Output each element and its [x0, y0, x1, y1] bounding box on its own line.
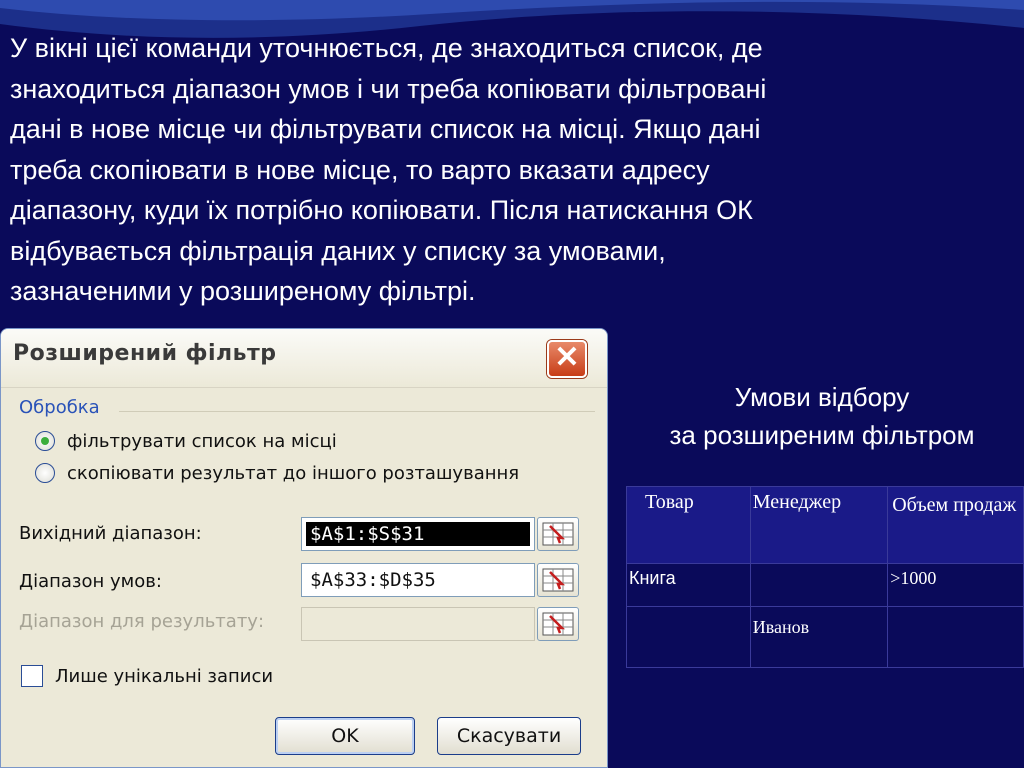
source-range-collapse-button[interactable] — [537, 517, 579, 551]
range-select-icon — [542, 568, 574, 592]
criteria-caption: Умови відбору за розширеним фільтром — [669, 382, 975, 450]
cancel-button[interactable]: Скасувати — [437, 717, 581, 755]
source-range-label: Вихідний діапазон: — [19, 523, 202, 544]
slide: У вікні цієї команди уточнюється, де зна… — [0, 0, 1024, 768]
criteria-range-collapse-button[interactable] — [537, 563, 579, 597]
table-cell — [887, 606, 1024, 668]
table-cell — [626, 606, 751, 668]
table-header-row: Товар Менеджер Объем продаж — [626, 486, 1024, 564]
close-button[interactable]: ✕ — [547, 340, 587, 378]
radio-copy-elsewhere[interactable]: скопіювати результат до іншого розташува… — [35, 459, 519, 487]
radio-copy-elsewhere-label: скопіювати результат до іншого розташува… — [67, 462, 520, 484]
criteria-range-value: $A$33:$D$35 — [310, 569, 436, 591]
radio-button-checked[interactable] — [35, 431, 55, 451]
table-header-cell: Менеджер — [749, 486, 889, 564]
radio-filter-in-place-label: фільтрувати список на місці — [67, 430, 337, 452]
source-range-input[interactable]: $A$1:$S$31 — [301, 517, 535, 551]
table-cell: >1000 — [887, 563, 1024, 607]
table-cell — [749, 563, 889, 607]
table-row: Книга >1000 — [626, 563, 1024, 607]
unique-records-checkbox[interactable] — [21, 665, 43, 687]
radio-filter-in-place[interactable]: фільтрувати список на місці — [35, 427, 337, 455]
processing-group-label: Обробка — [19, 397, 106, 418]
result-range-label: Діапазон для результату: — [19, 611, 265, 632]
result-range-input[interactable] — [301, 607, 535, 641]
ok-button[interactable]: OK — [275, 717, 415, 755]
range-select-icon — [542, 612, 574, 636]
unique-records-option[interactable]: Лише унікальні записи — [21, 665, 273, 687]
criteria-table: Товар Менеджер Объем продаж Книга >1000 … — [626, 486, 1024, 668]
advanced-filter-dialog: Розширений фільтр ✕ Обробка фільтрувати … — [0, 328, 608, 768]
table-row: Иванов — [626, 606, 1024, 668]
criteria-range-label: Діапазон умов: — [19, 571, 162, 592]
table-header-cell: Товар — [626, 486, 751, 564]
table-header-cell: Объем продаж — [887, 486, 1024, 564]
unique-records-label: Лише унікальні записи — [55, 665, 274, 687]
table-cell: Книга — [626, 563, 751, 607]
group-divider — [119, 411, 595, 412]
dialog-titlebar: Розширений фільтр ✕ — [1, 329, 607, 388]
dialog-title: Розширений фільтр — [13, 341, 277, 366]
result-range-value — [306, 612, 314, 636]
criteria-range-input[interactable]: $A$33:$D$35 — [301, 563, 535, 597]
close-icon: ✕ — [554, 341, 580, 374]
table-cell: Иванов — [749, 606, 889, 668]
range-select-icon — [542, 522, 574, 546]
description-paragraph: У вікні цієї команди уточнюється, де зна… — [10, 33, 767, 306]
source-range-value: $A$1:$S$31 — [306, 522, 530, 546]
radio-button[interactable] — [35, 463, 55, 483]
result-range-collapse-button[interactable] — [537, 607, 579, 641]
